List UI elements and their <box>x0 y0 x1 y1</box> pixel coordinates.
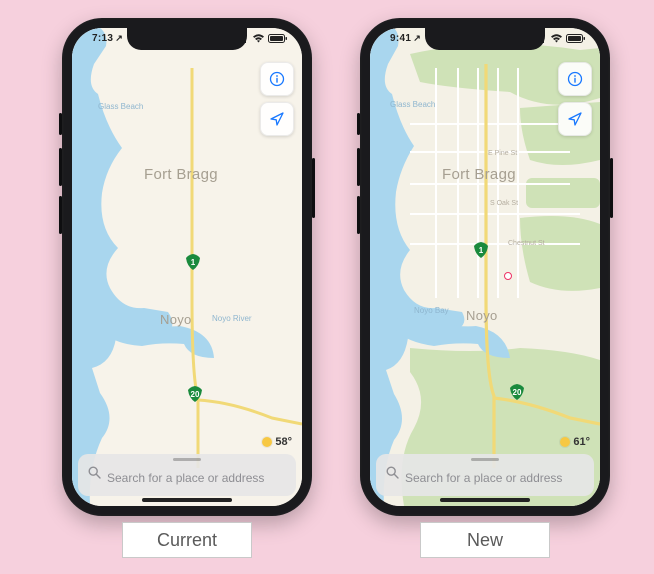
phone-current: 7:13↗ <box>62 18 312 516</box>
route-shield-1: 1 <box>186 254 200 270</box>
info-button[interactable] <box>558 62 592 96</box>
notch <box>425 28 545 50</box>
locate-button[interactable] <box>558 102 592 136</box>
label-noyo: Noyo <box>466 308 498 323</box>
label-oak-st: S Oak St <box>490 200 518 207</box>
label-noyo: Noyo <box>160 312 192 327</box>
search-bar[interactable]: Search for a place or address <box>376 454 594 496</box>
caption-current: Current <box>122 522 252 558</box>
info-icon <box>567 71 583 87</box>
sun-icon <box>560 437 570 447</box>
search-icon <box>88 466 101 484</box>
phone-new: 9:41↗ <box>360 18 610 516</box>
weather-temp: 58° <box>275 436 292 448</box>
search-placeholder: Search for a place or address <box>107 471 264 485</box>
info-button[interactable] <box>260 62 294 96</box>
search-icon <box>386 466 399 484</box>
notch <box>127 28 247 50</box>
location-arrow-icon <box>567 111 583 127</box>
label-glass-beach: Glass Beach <box>98 102 143 111</box>
status-time: 7:13↗ <box>92 33 123 44</box>
label-noyo-bay: Noyo Bay <box>414 306 449 315</box>
location-arrow-icon <box>269 111 285 127</box>
route-shield-1: 1 <box>474 242 488 258</box>
route-shield-20: 20 <box>510 384 524 400</box>
label-fort-bragg: Fort Bragg <box>144 166 218 183</box>
label-fort-bragg: Fort Bragg <box>442 166 516 183</box>
locate-button[interactable] <box>260 102 294 136</box>
battery-icon <box>268 34 288 43</box>
label-glass-beach: Glass Beach <box>390 100 435 109</box>
screen-current: 7:13↗ <box>72 28 302 506</box>
battery-icon <box>566 34 586 43</box>
search-placeholder: Search for a place or address <box>405 471 562 485</box>
poi-marker[interactable] <box>504 272 512 280</box>
screen-new: 9:41↗ <box>370 28 600 506</box>
search-bar[interactable]: Search for a place or address <box>78 454 296 496</box>
wifi-icon <box>252 34 265 43</box>
weather-temp: 61° <box>573 436 590 448</box>
location-services-icon: ↗ <box>115 33 123 43</box>
weather-badge: 61° <box>560 436 590 448</box>
home-indicator[interactable] <box>440 498 530 502</box>
status-time: 9:41↗ <box>390 33 421 44</box>
route-shield-20: 20 <box>188 386 202 402</box>
sun-icon <box>262 437 272 447</box>
info-icon <box>269 71 285 87</box>
label-chestnut-st: Chestnut St <box>508 240 545 247</box>
caption-new: New <box>420 522 550 558</box>
grabber-handle[interactable] <box>471 458 499 461</box>
grabber-handle[interactable] <box>173 458 201 461</box>
weather-badge: 58° <box>262 436 292 448</box>
label-noyo-river: Noyo River <box>212 314 252 323</box>
location-services-icon: ↗ <box>413 33 421 43</box>
wifi-icon <box>550 34 563 43</box>
home-indicator[interactable] <box>142 498 232 502</box>
label-pine-st: E Pine St <box>488 150 517 157</box>
